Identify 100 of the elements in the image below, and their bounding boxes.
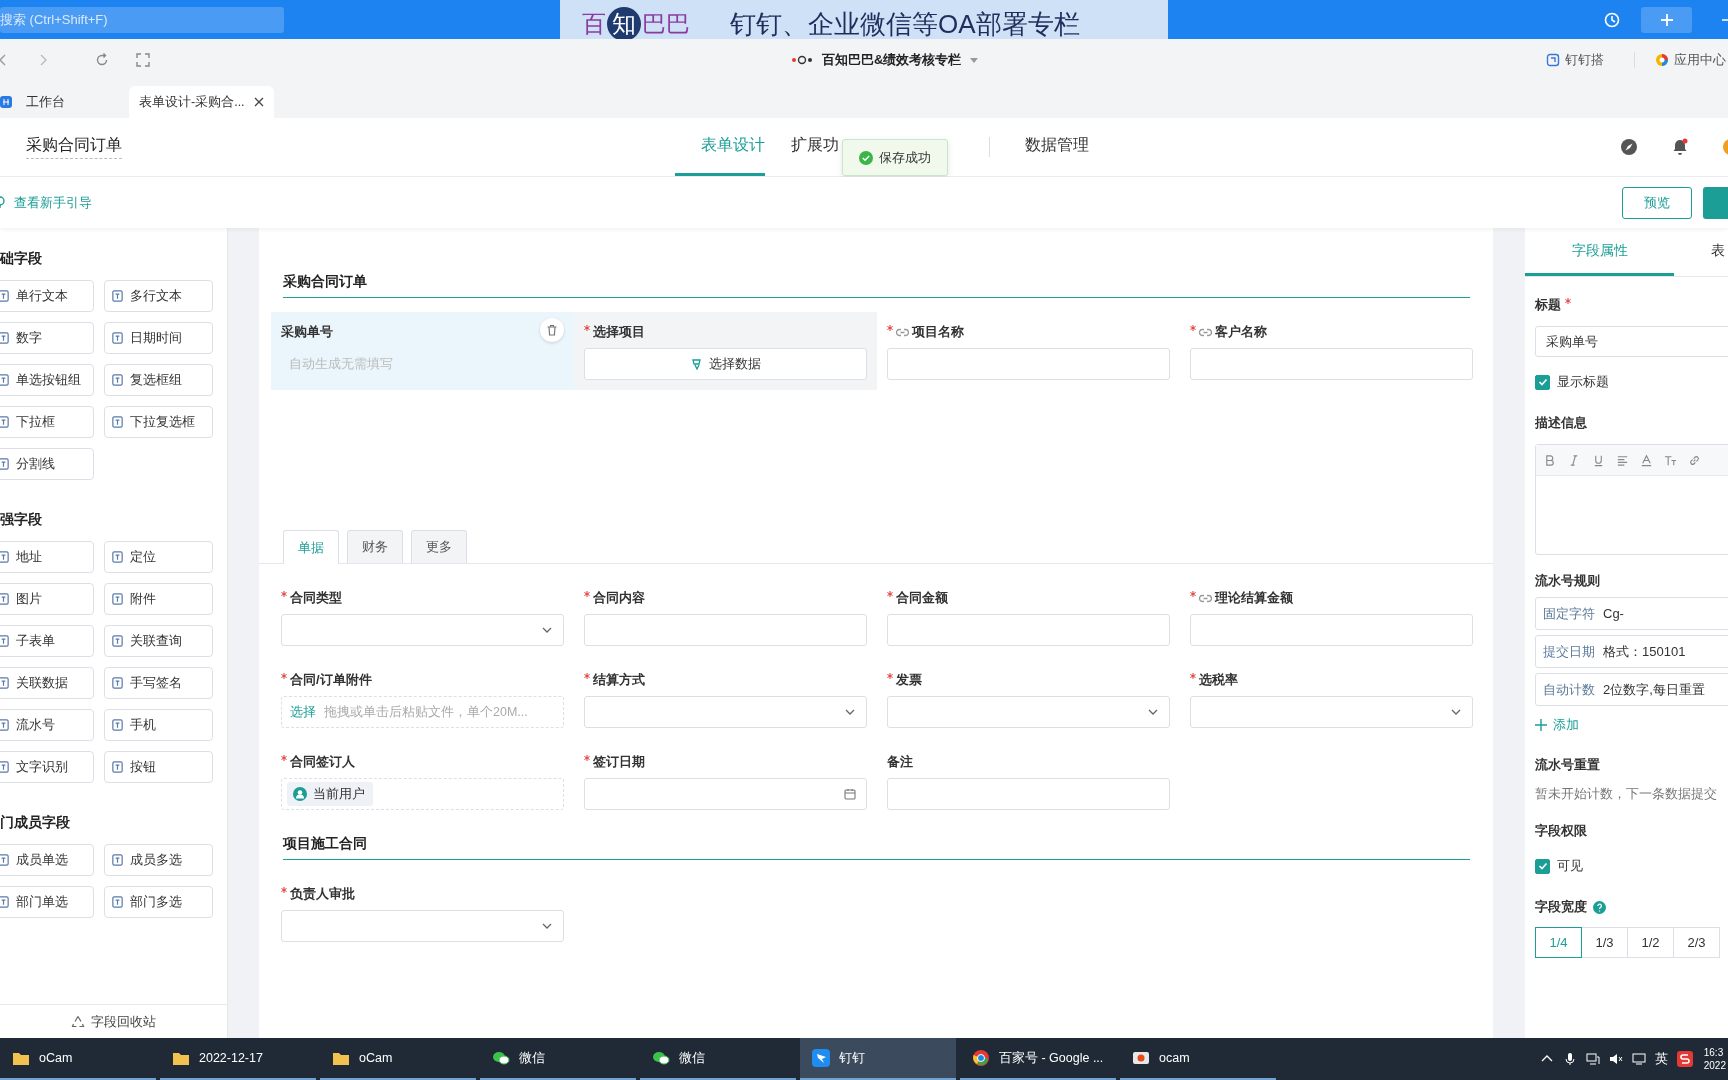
field-type-item[interactable]: 附件 [104, 583, 213, 615]
field-type-item[interactable]: 部门单选 [0, 886, 94, 918]
width-option[interactable]: 1/3 [1581, 927, 1628, 958]
guide-link[interactable]: 查看新手引导 [14, 193, 92, 212]
field-type-item[interactable]: 下拉复选框 [104, 406, 213, 438]
caret-icon[interactable] [969, 55, 980, 65]
taskbar-item[interactable]: 微信 [480, 1038, 636, 1080]
delete-button[interactable] [540, 318, 564, 342]
font-color-icon[interactable] [1640, 453, 1653, 467]
align-icon[interactable] [1616, 453, 1629, 467]
upload-area[interactable]: 选择 拖拽或单击后粘贴文件，单个20M... [281, 696, 564, 728]
checkbox[interactable] [1535, 374, 1550, 390]
toolbar-link[interactable]: 应用中心 [1674, 51, 1726, 69]
save-button[interactable] [1703, 186, 1728, 219]
field-type-item[interactable]: 手写签名 [104, 667, 213, 699]
field-type-icon [111, 415, 124, 429]
field-type-item[interactable]: 复选框组 [104, 364, 213, 396]
nav-tab[interactable]: 数据管理 [990, 118, 1089, 176]
select-file-link[interactable]: 选择 [290, 703, 316, 721]
add-button[interactable] [1641, 6, 1692, 33]
plus-icon [1659, 12, 1674, 27]
field-type-item[interactable]: 关联数据 [0, 667, 94, 699]
microphone-icon[interactable] [1562, 1052, 1577, 1066]
taskbar-item[interactable]: ocam [1120, 1038, 1276, 1080]
text-size-icon[interactable] [1664, 453, 1677, 467]
speaker-muted-icon[interactable] [1608, 1052, 1623, 1066]
taskbar-item[interactable]: 钉钉 [800, 1038, 956, 1080]
field-card[interactable]: 项目名称 [877, 312, 1180, 390]
plus-icon [1535, 719, 1547, 731]
field-label: 客户名称 [1215, 323, 1267, 341]
field-type-item[interactable]: 定位 [104, 541, 213, 573]
field-type-item[interactable]: 多行文本 [104, 280, 213, 312]
field-type-item[interactable]: 下拉框 [0, 406, 94, 438]
refresh-icon[interactable] [95, 53, 109, 67]
user-avatar-icon [293, 787, 307, 801]
avatar-icon[interactable] [1722, 138, 1728, 156]
width-option[interactable]: 2/3 [1673, 927, 1720, 958]
app-tray-icon[interactable] [1676, 1051, 1693, 1067]
history-icon[interactable] [1603, 10, 1621, 29]
serial-rule-row[interactable]: 提交日期 格式：150101 [1535, 635, 1728, 668]
field-type-item[interactable]: 成员单选 [0, 844, 94, 876]
field-type-item[interactable]: 数字 [0, 322, 94, 354]
select-data-button[interactable]: 选择数据 [584, 348, 867, 380]
fullscreen-icon[interactable] [136, 53, 150, 67]
field-label: 采购单号 [281, 323, 333, 341]
display-icon[interactable] [1631, 1052, 1646, 1066]
recycle-icon [71, 1014, 85, 1029]
toolbar-link[interactable]: 钉钉搭 [1565, 51, 1604, 69]
taskbar-item[interactable]: 百家号 - Google ... [960, 1038, 1116, 1080]
form-tab[interactable]: 更多 [411, 530, 467, 563]
network-icon[interactable] [1585, 1052, 1600, 1066]
field-label: 合同/订单附件 [290, 671, 372, 689]
form-tab[interactable]: 财务 [347, 530, 403, 563]
compass-icon[interactable] [1620, 138, 1638, 156]
taskbar-item[interactable]: oCam [320, 1038, 476, 1080]
panel-tab[interactable]: 表 [1674, 228, 1728, 276]
form-tab[interactable]: 单据 [283, 530, 339, 564]
trash-icon [546, 324, 558, 336]
nav-tab[interactable]: 扩展功 [765, 118, 839, 176]
width-option[interactable]: 1/2 [1627, 927, 1674, 958]
field-type-item[interactable]: 单选按钮组 [0, 364, 94, 396]
text-input[interactable] [887, 614, 1170, 646]
field-type-item[interactable]: 流水号 [0, 709, 94, 741]
serial-rule-row[interactable]: 自动计数 2位数字,每日重置 [1535, 673, 1728, 706]
field-type-item[interactable]: 关联查询 [104, 625, 213, 657]
field-type-item[interactable]: 按钮 [104, 751, 213, 783]
member-picker[interactable]: 当前用户 [281, 778, 564, 810]
text-input[interactable] [584, 614, 867, 646]
search-field[interactable]: 搜索 (Ctrl+Shift+F) [0, 6, 284, 33]
field-type-item[interactable]: 成员多选 [104, 844, 213, 876]
bold-icon[interactable] [1544, 453, 1557, 467]
field-type-item[interactable]: 地址 [0, 541, 94, 573]
taskbar-item[interactable]: oCam [0, 1038, 156, 1080]
field-card[interactable]: 选择项目 选择数据 [574, 312, 877, 390]
add-link[interactable]: 添加 [1553, 716, 1579, 734]
text-input[interactable] [1190, 348, 1473, 380]
field-type-item[interactable]: 图片 [0, 583, 94, 615]
field-type-item[interactable]: 部门多选 [104, 886, 213, 918]
field-type-item[interactable]: 文字识别 [0, 751, 94, 783]
field-type-item[interactable]: 单行文本 [0, 280, 94, 312]
input-method-indicator[interactable]: 英 [1654, 1050, 1668, 1068]
underline-icon[interactable] [1592, 453, 1605, 467]
taskbar-item[interactable]: 2022-12-17 [160, 1038, 316, 1080]
bell-icon[interactable] [1671, 138, 1689, 156]
link-icon[interactable] [1688, 453, 1701, 467]
browser-tab[interactable]: 工作台 [0, 86, 120, 118]
close-icon[interactable] [254, 97, 264, 107]
field-type-item[interactable]: 日期时间 [104, 322, 213, 354]
text-input[interactable] [887, 348, 1170, 380]
text-input[interactable] [887, 778, 1170, 810]
serial-rule-row[interactable]: 固定字符 Cg- [1535, 597, 1728, 630]
taskbar-item[interactable]: 微信 [640, 1038, 796, 1080]
field-type-item[interactable]: 手机 [104, 709, 213, 741]
text-input[interactable] [1190, 614, 1473, 646]
field-type-item[interactable]: 子表单 [0, 625, 94, 657]
field-type-item[interactable]: 分割线 [0, 448, 94, 480]
title-input[interactable]: 采购单号 [1535, 326, 1728, 357]
checkbox[interactable] [1535, 858, 1550, 874]
browser-tab[interactable]: 表单设计-采购合... [129, 86, 274, 118]
field-card[interactable]: 客户名称 [1180, 312, 1483, 390]
